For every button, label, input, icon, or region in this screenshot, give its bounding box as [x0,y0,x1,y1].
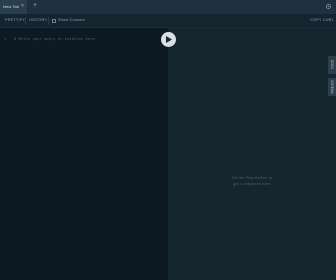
message-line-2: get a response here [233,181,271,186]
toolbar: PRETTIFY HISTORY Show Console COPY CURL [0,14,336,28]
tab-bar: New Tab × + [0,0,336,14]
empty-response-message: Hit the Play Button to get a response he… [182,176,322,187]
toolbar-divider [48,17,49,25]
response-panel: Hit the Play Button to get a response he… [168,28,336,280]
run-query-button[interactable] [161,32,176,47]
gear-icon[interactable] [325,3,332,10]
docs-tab[interactable]: DOCS [328,56,336,74]
docs-tab-label: DOCS [330,60,334,70]
tab-label: New Tab [3,4,20,9]
show-console-checkbox[interactable] [52,19,56,23]
tab-new-tab[interactable]: New Tab × [0,0,27,14]
plus-icon[interactable]: + [33,2,37,9]
query-editor[interactable]: 1 # Write your query or mutation here [0,28,168,280]
schema-tab-label: SCHEMA [330,80,334,94]
schema-tab[interactable]: SCHEMA [328,78,336,96]
history-button[interactable]: HISTORY [29,18,47,22]
show-console-label: Show Console [58,18,85,22]
toolbar-divider [25,17,26,25]
play-icon [166,36,172,43]
close-icon[interactable]: × [21,3,24,9]
line-number: 1 [4,37,7,41]
code-line[interactable]: # Write your query or mutation here [14,37,95,41]
copy-curl-button[interactable]: COPY CURL [310,18,334,22]
prettify-button[interactable]: PRETTIFY [5,18,25,22]
